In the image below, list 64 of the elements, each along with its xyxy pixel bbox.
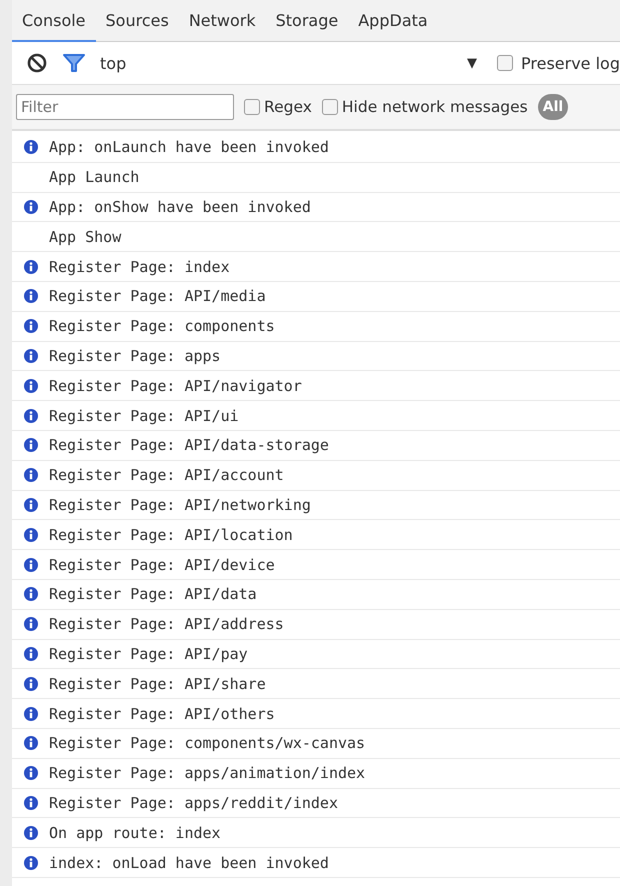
- context-selector[interactable]: top: [100, 54, 468, 72]
- log-message: Register Page: index: [49, 258, 230, 276]
- tab[interactable]: AppData: [348, 0, 438, 42]
- tab[interactable]: Storage: [266, 0, 348, 42]
- log-message: App Show: [49, 228, 122, 246]
- log-message: Register Page: API/pay: [49, 644, 248, 663]
- log-message: Register Page: API/ui: [49, 406, 239, 425]
- info-icon: [24, 856, 38, 870]
- info-icon: [24, 468, 38, 482]
- info-icon: [24, 289, 38, 304]
- log-message: Register Page: API/others: [49, 704, 275, 723]
- checkbox-label[interactable]: Regex: [264, 98, 312, 116]
- log-message: Register Page: API/location: [49, 526, 293, 544]
- info-icon: [24, 796, 38, 810]
- filter-icon[interactable]: [62, 52, 86, 74]
- log-message: Register Page: components: [49, 317, 275, 336]
- checkbox[interactable]: [322, 99, 338, 115]
- info-icon: [24, 826, 38, 840]
- log-message: On app route: index: [49, 824, 221, 842]
- info-icon: [24, 348, 38, 363]
- info-icon: [24, 766, 38, 780]
- log-message: Register Page: apps/reddit/index: [49, 794, 338, 812]
- checkbox-label[interactable]: Preserve log: [521, 54, 620, 72]
- info-icon: [24, 587, 38, 602]
- checkbox-label[interactable]: Hide network messages: [342, 98, 528, 116]
- log-message: Register Page: API/share: [49, 674, 266, 693]
- info-icon: [24, 617, 38, 632]
- info-icon: [24, 408, 38, 423]
- tab[interactable]: Sources: [96, 0, 179, 42]
- log-message: App: onLaunch have been invoked: [49, 138, 329, 156]
- log-message: Register Page: API/data-storage: [49, 436, 329, 454]
- log-message: Register Page: API/account: [49, 466, 284, 484]
- log-message: App: onShow have been invoked: [49, 198, 311, 216]
- info-icon: [24, 140, 38, 154]
- log-message: Register Page: API/navigator: [49, 376, 302, 395]
- log-message: Register Page: apps/animation/index: [49, 764, 366, 782]
- log-message: Register Page: API/address: [49, 615, 284, 634]
- log-message: Register Page: API/data: [49, 585, 257, 604]
- info-icon: [24, 260, 38, 274]
- checkbox[interactable]: [244, 99, 260, 115]
- clear-icon[interactable]: [26, 52, 48, 74]
- info-icon: [24, 558, 38, 572]
- info-icon: [24, 706, 38, 721]
- dropdown-arrow[interactable]: ▼: [467, 56, 478, 70]
- tab[interactable]: Network: [178, 0, 266, 42]
- log-message: Register Page: API/networking: [49, 496, 311, 514]
- info-icon: [24, 378, 38, 393]
- info-icon: [24, 438, 38, 452]
- info-icon: [24, 498, 38, 512]
- info-icon: [24, 646, 38, 661]
- log-message: App Launch: [49, 168, 140, 186]
- filter-field[interactable]: Filter: [16, 94, 234, 120]
- log-message: Register Page: components/wx-canvas: [49, 734, 366, 752]
- info-icon: [24, 200, 38, 214]
- info-icon: [24, 676, 38, 691]
- log-message: index: onLoad have been invoked: [49, 854, 329, 872]
- log-message: Register Page: apps: [49, 346, 221, 365]
- info-icon: [24, 736, 38, 750]
- tab[interactable]: Console: [12, 0, 96, 42]
- info-icon: [24, 319, 38, 334]
- log-message: Register Page: API/device: [49, 556, 275, 574]
- checkbox[interactable]: [497, 55, 514, 71]
- info-icon: [24, 528, 38, 542]
- log-message: Register Page: API/media: [49, 287, 266, 306]
